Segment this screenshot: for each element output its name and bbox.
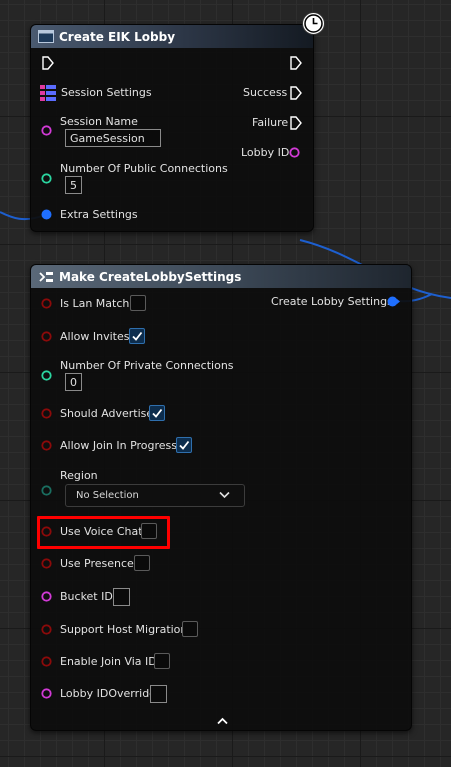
string-pin-icon[interactable]	[41, 688, 52, 699]
bool-pin-icon[interactable]	[41, 656, 52, 667]
bucket-id-label: Bucket ID	[60, 590, 113, 603]
extra-settings-label: Extra Settings	[60, 208, 138, 221]
node-title: Create EIK Lobby	[59, 29, 176, 44]
string-pin-icon[interactable]	[41, 591, 52, 602]
struct-make-icon	[38, 270, 54, 284]
session-name-input[interactable]: GameSession	[65, 129, 161, 147]
node-header[interactable]: Make CreateLobbySettings	[31, 265, 411, 288]
check-icon	[152, 408, 163, 418]
use-presence-checkbox[interactable]	[134, 555, 150, 571]
support-host-migration-checkbox[interactable]	[182, 621, 198, 637]
use-presence-label: Use Presence	[60, 557, 134, 570]
allow-join-in-progress-checkbox[interactable]	[176, 437, 192, 453]
region-dropdown[interactable]: No Selection	[65, 484, 245, 507]
region-label: Region	[60, 469, 98, 482]
should-advertise-label: Should Advertise	[60, 407, 154, 420]
chevron-up-icon[interactable]	[217, 717, 228, 725]
node-title: Make CreateLobbySettings	[59, 269, 242, 284]
public-connections-input[interactable]: 5	[65, 176, 82, 194]
allow-invites-label: Allow Invites	[60, 330, 130, 343]
failure-exec-pin-icon[interactable]	[290, 116, 302, 130]
struct-pin-icon[interactable]	[40, 85, 56, 102]
chevron-down-icon	[219, 491, 230, 499]
success-exec-pin-icon[interactable]	[290, 86, 302, 100]
lobby-id-override-label: Lobby IDOverride	[60, 687, 156, 700]
enable-join-via-id-checkbox[interactable]	[154, 653, 170, 669]
should-advertise-checkbox[interactable]	[149, 405, 165, 421]
success-label: Success	[243, 86, 288, 99]
region-selected-value: No Selection	[76, 490, 139, 501]
bool-pin-icon[interactable]	[41, 331, 52, 342]
struct-output-pin-icon[interactable]	[387, 296, 400, 307]
bool-pin-icon[interactable]	[41, 440, 52, 451]
enable-join-via-id-label: Enable Join Via ID	[60, 655, 157, 668]
session-name-label: Session Name	[60, 115, 138, 128]
bool-pin-icon[interactable]	[41, 558, 52, 569]
check-icon	[132, 331, 143, 341]
bool-pin-icon[interactable]	[41, 408, 52, 419]
failure-label: Failure	[252, 116, 289, 129]
lobby-id-label: Lobby ID	[241, 146, 290, 159]
node-header[interactable]: Create EIK Lobby	[31, 25, 313, 48]
int-pin-icon[interactable]	[41, 173, 52, 184]
function-icon	[38, 30, 54, 44]
bucket-id-input[interactable]	[113, 588, 130, 606]
lobby-id-override-input[interactable]	[150, 685, 167, 703]
public-connections-label: Number Of Public Connections	[60, 162, 228, 175]
allow-invites-checkbox[interactable]	[129, 328, 145, 344]
clock-icon	[302, 12, 325, 35]
create-lobby-settings-output-label: Create Lobby Settings	[271, 295, 393, 308]
private-connections-label: Number Of Private Connections	[60, 359, 234, 372]
is-lan-match-checkbox[interactable]	[130, 295, 146, 311]
support-host-migration-label: Support Host Migration	[60, 623, 188, 636]
annotation-highlight-box	[37, 516, 170, 549]
session-settings-label: Session Settings	[61, 86, 152, 99]
allow-join-in-progress-label: Allow Join In Progress	[60, 439, 178, 452]
check-icon	[179, 440, 190, 450]
is-lan-match-label: Is Lan Match	[60, 297, 130, 310]
bool-pin-icon[interactable]	[41, 624, 52, 635]
enum-pin-icon[interactable]	[41, 485, 52, 496]
exec-in-pin-icon[interactable]	[42, 56, 54, 70]
bool-pin-icon[interactable]	[41, 298, 52, 309]
private-connections-input[interactable]: 0	[65, 373, 82, 391]
lobby-id-pin-icon[interactable]	[289, 147, 300, 158]
int-pin-icon[interactable]	[41, 370, 52, 381]
struct-pin-filled-icon[interactable]	[41, 209, 52, 220]
exec-out-pin-icon[interactable]	[290, 56, 302, 70]
string-pin-icon[interactable]	[41, 125, 52, 136]
